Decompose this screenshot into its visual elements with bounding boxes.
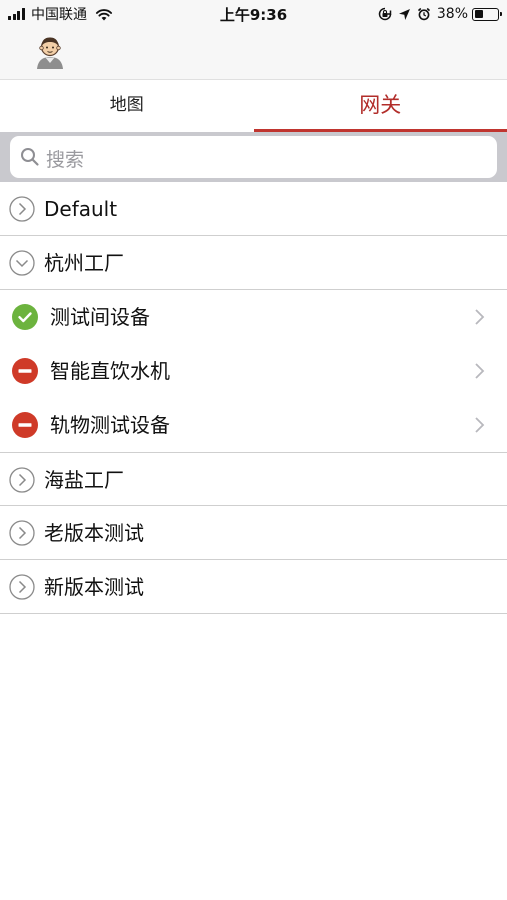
expand-chevron-icon bbox=[9, 467, 35, 493]
group-label: Default bbox=[44, 197, 118, 221]
battery-percent: 38% bbox=[436, 6, 468, 22]
navigation-bar bbox=[0, 28, 507, 80]
online-status-icon bbox=[12, 304, 38, 330]
search-icon bbox=[21, 148, 39, 166]
user-avatar-icon[interactable] bbox=[32, 34, 68, 70]
status-bar-left: 中国联通 bbox=[8, 4, 113, 24]
search-placeholder: 搜索 bbox=[46, 149, 85, 171]
battery-level-fill bbox=[474, 10, 483, 18]
group-label: 杭州工厂 bbox=[44, 251, 124, 275]
offline-status-icon bbox=[12, 358, 38, 384]
device-row[interactable]: 测试间设备 bbox=[0, 290, 507, 344]
chevron-right-icon bbox=[475, 363, 485, 379]
group-row-new-version[interactable]: 新版本测试 bbox=[0, 560, 507, 614]
wifi-icon bbox=[95, 8, 113, 20]
search-bar: 搜索 bbox=[0, 132, 507, 182]
battery-tip bbox=[499, 12, 502, 16]
location-arrow-icon bbox=[398, 8, 410, 20]
segmented-tabs: 地图 网关 bbox=[0, 80, 507, 132]
device-row[interactable]: 智能直饮水机 bbox=[0, 344, 507, 398]
tab-map[interactable]: 地图 bbox=[0, 80, 254, 132]
collapse-chevron-icon bbox=[9, 250, 35, 276]
chevron-right-icon bbox=[475, 309, 485, 325]
group-row-default[interactable]: Default bbox=[0, 182, 507, 236]
group-label: 老版本测试 bbox=[44, 521, 144, 545]
offline-status-icon bbox=[12, 412, 38, 438]
group-label: 新版本测试 bbox=[44, 575, 144, 599]
chevron-right-icon bbox=[475, 417, 485, 433]
carrier-label: 中国联通 bbox=[31, 7, 87, 23]
battery-icon bbox=[472, 7, 502, 21]
tab-gateway[interactable]: 网关 bbox=[253, 80, 507, 132]
search-input[interactable]: 搜索 bbox=[10, 136, 497, 178]
expand-chevron-icon bbox=[9, 520, 35, 546]
expand-chevron-icon bbox=[9, 196, 35, 222]
group-label: 海盐工厂 bbox=[44, 468, 124, 492]
status-bar: 中国联通 上午9:36 38% bbox=[0, 0, 507, 28]
group-row-old-version[interactable]: 老版本测试 bbox=[0, 506, 507, 560]
device-label: 测试间设备 bbox=[50, 305, 150, 329]
expand-chevron-icon bbox=[9, 574, 35, 600]
group-row-haiyan[interactable]: 海盐工厂 bbox=[0, 452, 507, 506]
device-row[interactable]: 轨物测试设备 bbox=[0, 398, 507, 452]
status-bar-right: 38% bbox=[378, 4, 502, 24]
signal-icon bbox=[8, 8, 26, 20]
device-label: 轨物测试设备 bbox=[50, 413, 170, 437]
group-row-hangzhou[interactable]: 杭州工厂 bbox=[0, 236, 507, 290]
alarm-icon bbox=[417, 7, 430, 21]
gateway-list: Default 杭州工厂 测试间设备 智能直饮水机 轨物测试设备 海盐工厂 老版… bbox=[0, 182, 507, 614]
device-label: 智能直饮水机 bbox=[50, 359, 170, 383]
orientation-lock-icon bbox=[378, 7, 392, 21]
